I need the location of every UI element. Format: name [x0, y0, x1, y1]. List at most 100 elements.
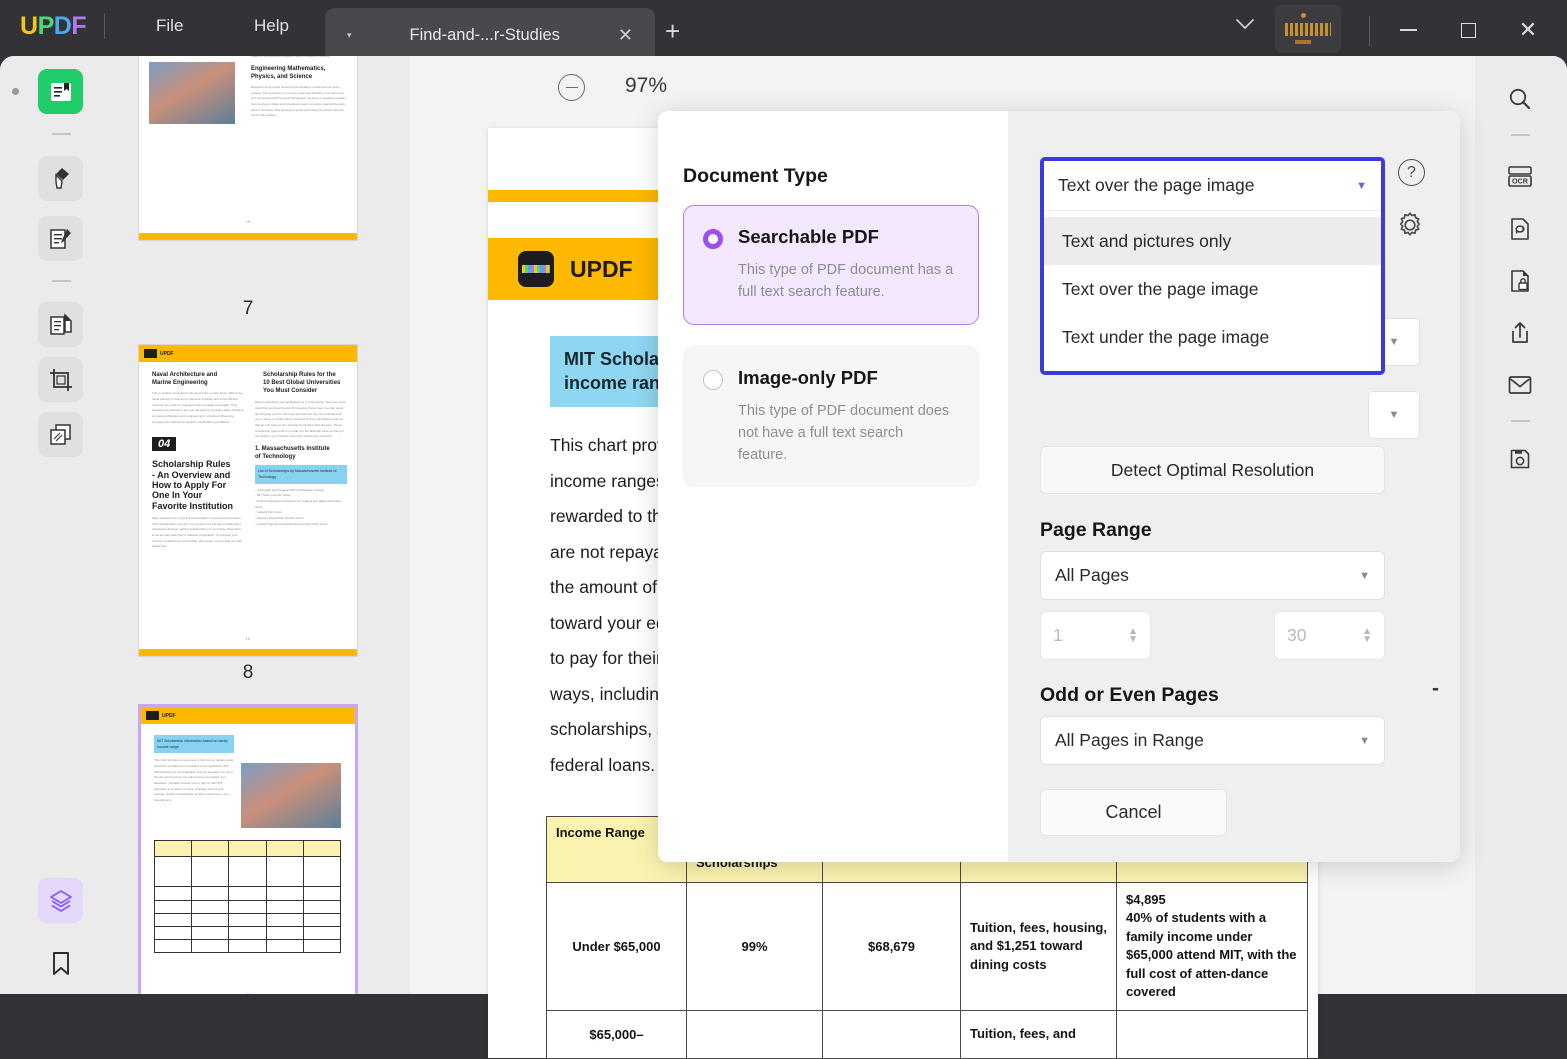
- page-thumbnail-panel[interactable]: become valuable, new branches are in dev…: [120, 56, 410, 994]
- zoom-level: 97%: [625, 74, 668, 97]
- thumb9-header: UPDF: [141, 707, 355, 724]
- window-minimize-button[interactable]: [1385, 10, 1431, 50]
- menu-help[interactable]: Help: [244, 12, 299, 40]
- thumbnail-label-7: 7: [242, 298, 254, 319]
- hidden-dropdown-2[interactable]: ▼: [1368, 391, 1420, 439]
- page-range-to-input[interactable]: 30 ▲ ▼: [1274, 611, 1385, 660]
- thumbnail-page-7[interactable]: become valuable, new branches are in dev…: [138, 56, 358, 241]
- thumb7-heading: Engineering Mathematics, Physics, and Sc…: [251, 65, 326, 80]
- cancel-button[interactable]: Cancel: [1040, 789, 1227, 836]
- thumbnail-page-8[interactable]: UPDF Naval Architecture and Marine Engin…: [138, 344, 358, 657]
- doctype-option-image-only-pdf[interactable]: Image-only PDF This type of PDF document…: [683, 346, 979, 488]
- sidebar-item-layers[interactable]: [38, 878, 83, 923]
- thumb9-text: This chart provides an overview of the i…: [154, 758, 234, 803]
- sidebar-item-edit-pdf[interactable]: [38, 216, 83, 261]
- doctype-option-searchable-pdf[interactable]: Searchable PDF This type of PDF document…: [683, 205, 979, 325]
- thumb8-subheading: 1. Massachusetts Institute of Technology: [255, 446, 330, 461]
- search-icon: [1507, 86, 1533, 112]
- promo-bars: [1285, 23, 1331, 36]
- zoom-out-button[interactable]: [558, 74, 585, 101]
- stepper-down-icon: ▼: [1128, 633, 1138, 645]
- odd-even-dropdown[interactable]: All Pages in Range ▼: [1040, 716, 1385, 765]
- page-range-separator: -: [1432, 677, 1439, 700]
- page-range-from-value: 1: [1053, 625, 1063, 645]
- window-maximize-button[interactable]: [1445, 10, 1491, 50]
- odd-even-title: Odd or Even Pages: [1040, 684, 1219, 706]
- page-range-from-input[interactable]: 1 ▲ ▼: [1040, 611, 1151, 660]
- searchable-pdf-description: This type of PDF document has a full tex…: [738, 262, 954, 300]
- floppy-save-icon: [1508, 447, 1532, 471]
- logo-letter-p: P: [37, 12, 55, 40]
- chevron-down-icon: ▼: [1388, 336, 1400, 348]
- marker-pen-icon: [48, 166, 74, 192]
- stepper-arrows-from[interactable]: ▲ ▼: [1128, 627, 1138, 645]
- tab-title: Find-and-...r-Studies: [409, 25, 560, 44]
- logo-letter-d: D: [53, 12, 72, 40]
- thumb8-list: - Undergrad and Postgrad MIT Scholarship…: [255, 487, 342, 526]
- right-item-convert[interactable]: [1497, 206, 1543, 252]
- right-item-save[interactable]: [1497, 436, 1543, 482]
- layout-dropdown-selected[interactable]: Text over the page image ▼: [1044, 161, 1381, 210]
- share-icon: [1508, 320, 1532, 346]
- stacked-pages-icon: [48, 422, 74, 448]
- promo-badge-button[interactable]: [1275, 5, 1341, 53]
- layout-option-text-under-the-page-image[interactable]: Text under the page image: [1044, 313, 1381, 361]
- right-item-ocr[interactable]: OCR: [1497, 154, 1543, 200]
- document-toolbar: 97%: [410, 56, 1475, 118]
- chevron-down-icon: ▼: [1359, 569, 1370, 582]
- radio-searchable-pdf[interactable]: [703, 229, 723, 249]
- gear-icon[interactable]: [1396, 211, 1424, 239]
- right-divider-2: [1511, 420, 1530, 422]
- thumb8-text-3: Before submitting your application for a…: [255, 400, 346, 439]
- thumb9-photo: [241, 763, 341, 828]
- sidebar-item-organize-pages[interactable]: [38, 302, 83, 347]
- thumb8-right-heading: Scholarship Rules for the 10 Best Global…: [263, 372, 341, 395]
- right-item-search[interactable]: [1497, 76, 1543, 122]
- cell-avg-1: [822, 1009, 961, 1059]
- rail-divider-1: [52, 133, 71, 135]
- table-row: Under $65,000 99% $68,679 Tuition, fees,…: [546, 882, 1308, 1011]
- detect-optimal-resolution-button[interactable]: Detect Optimal Resolution: [1040, 446, 1385, 494]
- thumbnail-page-9[interactable]: UPDF MIT Scholarship information based o…: [138, 704, 358, 994]
- right-item-share[interactable]: [1497, 310, 1543, 356]
- rail-divider-2: [52, 280, 71, 282]
- stepper-arrows-to[interactable]: ▲ ▼: [1362, 627, 1372, 644]
- sidebar-item-reader-view[interactable]: [38, 69, 83, 114]
- cell-pct-1: [686, 1009, 823, 1059]
- thumb8-logo-mark: [144, 349, 157, 358]
- sidebar-item-batch-process[interactable]: [38, 412, 83, 457]
- bookmark-icon: [50, 951, 72, 977]
- right-item-protect[interactable]: [1497, 258, 1543, 304]
- help-icon[interactable]: ?: [1398, 159, 1425, 186]
- layout-option-text-over-the-page-image[interactable]: Text over the page image: [1044, 265, 1381, 313]
- document-tab[interactable]: ▾ Find-and-...r-Studies ✕: [325, 8, 655, 62]
- promo-dot-top: [1301, 13, 1306, 18]
- chevron-down-icon: ▼: [1359, 734, 1370, 747]
- cell-avg-0: $68,679: [822, 882, 961, 1011]
- sidebar-item-highlight-tool[interactable]: [38, 156, 83, 201]
- tab-close-icon[interactable]: ✕: [618, 26, 633, 44]
- new-tab-button[interactable]: +: [665, 18, 680, 44]
- page-organize-icon: [48, 312, 74, 338]
- cell-netcost-1: [1116, 1009, 1308, 1059]
- window-close-button[interactable]: ✕: [1505, 10, 1551, 50]
- chevron-down-icon[interactable]: [1235, 18, 1255, 31]
- page-updf-logo-icon: [518, 251, 554, 287]
- thumb9-highlight: MIT Scholarship information based on fam…: [154, 735, 234, 754]
- thumb8-bullet-heading: Naval Architecture and Marine Engineerin…: [152, 372, 218, 387]
- page-range-dropdown[interactable]: All Pages ▼: [1040, 551, 1385, 600]
- page-logo-text: UPDF: [570, 255, 633, 282]
- logo-divider: [104, 13, 105, 39]
- document-type-title: Document Type: [683, 165, 828, 187]
- menu-file[interactable]: File: [146, 12, 193, 40]
- layout-option-text-and-pictures-only[interactable]: Text and pictures only: [1044, 217, 1381, 265]
- layout-dropdown[interactable]: Text over the page image ▼ Text and pict…: [1040, 157, 1385, 375]
- sidebar-item-bookmarks[interactable]: [38, 941, 83, 986]
- sidebar-item-crop-pages[interactable]: [38, 357, 83, 402]
- page-range-selected-value: All Pages: [1055, 565, 1129, 585]
- thumb7-photo: [149, 62, 235, 125]
- radio-image-only-pdf[interactable]: [703, 370, 723, 390]
- image-only-pdf-label: Image-only PDF: [738, 367, 878, 388]
- thumb8-text-1: This is another great field in demand in…: [152, 391, 244, 424]
- right-item-email[interactable]: [1497, 362, 1543, 408]
